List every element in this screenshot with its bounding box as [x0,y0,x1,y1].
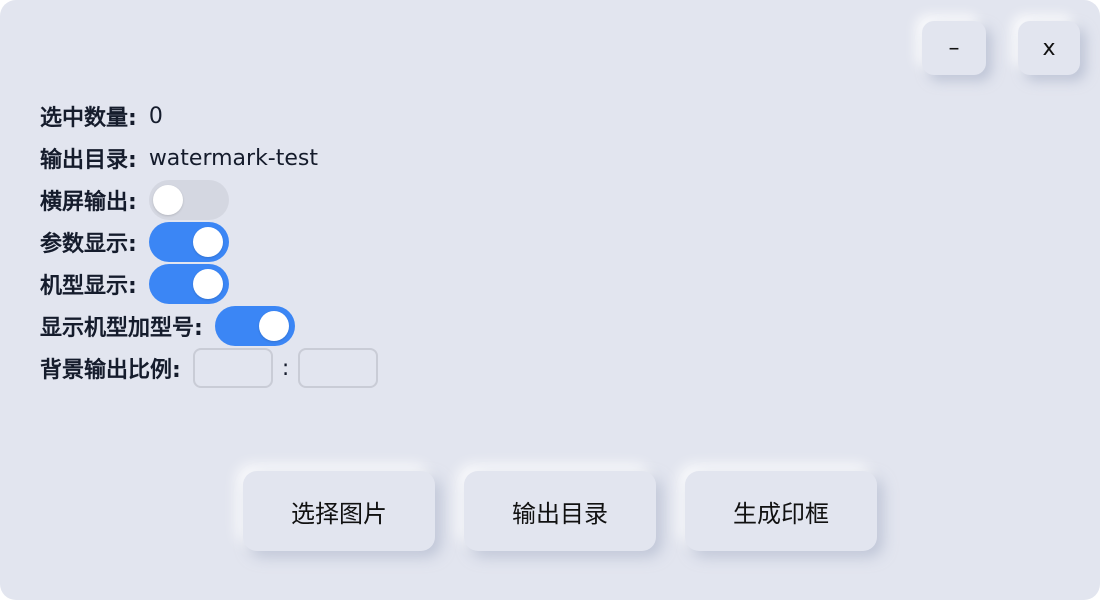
show-model-type-toggle[interactable] [214,306,295,346]
bg-ratio-label: 背景输出比例: [40,358,181,383]
selected-count-row: 选中数量: 0 [40,95,378,137]
ratio-height-input[interactable] [298,348,379,388]
app-window: – x 选中数量: 0 输出目录: watermark-test 横屏输出: 参… [0,0,1100,600]
show-model-toggle[interactable] [148,264,229,304]
show-model-label: 机型显示: [40,274,137,299]
show-params-toggle[interactable] [148,222,229,262]
minimize-button[interactable]: – [922,21,986,75]
settings-panel: 选中数量: 0 输出目录: watermark-test 横屏输出: 参数显示:… [40,95,379,389]
output-dir-label: 输出目录: [40,148,137,173]
output-directory-button[interactable]: 输出目录 [464,471,656,551]
output-dir-value: watermark-test [148,145,318,171]
selected-count-value: 0 [148,103,163,129]
toggle-knob [152,185,183,215]
ratio-width-input[interactable] [192,348,273,388]
generate-frame-button[interactable]: 生成印框 [685,471,877,551]
show-params-row: 参数显示: [40,221,378,263]
landscape-output-row: 横屏输出: [40,179,378,221]
landscape-output-toggle[interactable] [148,180,229,220]
select-images-button[interactable]: 选择图片 [243,471,435,551]
show-model-row: 机型显示: [40,263,378,305]
show-params-label: 参数显示: [40,232,137,257]
toggle-knob [192,227,223,257]
ratio-separator: : [281,355,290,381]
selected-count-label: 选中数量: [40,106,137,131]
toggle-knob [192,269,223,299]
show-model-type-label: 显示机型加型号: [40,316,203,341]
output-dir-row: 输出目录: watermark-test [40,137,378,179]
landscape-output-label: 横屏输出: [40,190,137,215]
toggle-knob [258,311,289,341]
close-button[interactable]: x [1018,21,1080,75]
show-model-type-row: 显示机型加型号: [40,305,378,347]
bg-ratio-row: 背景输出比例: : [40,347,379,389]
